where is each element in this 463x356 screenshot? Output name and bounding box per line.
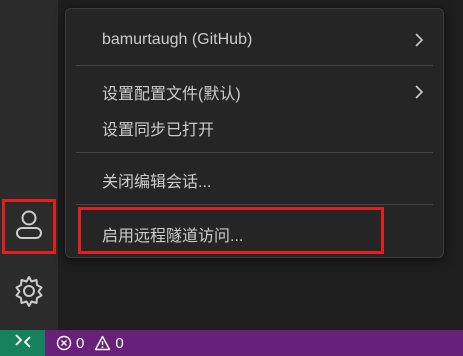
menu-separator	[76, 65, 433, 66]
activity-bar	[0, 0, 58, 330]
menu-item-settings-profile[interactable]: 设置配置文件(默认)	[66, 77, 443, 107]
menu-item-label: 设置同步已打开	[102, 122, 215, 139]
chevron-right-icon	[415, 85, 424, 99]
gear-icon	[12, 274, 46, 313]
errors-count: 0	[76, 334, 85, 352]
menu-item-label: 设置配置文件(默认)	[102, 86, 241, 103]
warnings-count: 0	[115, 334, 124, 352]
chevron-right-icon	[415, 33, 424, 47]
manage-button[interactable]	[0, 264, 58, 322]
menu-separator	[76, 152, 433, 153]
menu-item-label: bamurtaugh (GitHub)	[102, 31, 253, 48]
accounts-button[interactable]	[0, 198, 58, 256]
warning-icon	[94, 335, 111, 351]
menu-separator	[76, 204, 433, 205]
menu-item-settings-sync[interactable]: 设置同步已打开	[66, 113, 443, 143]
remote-icon	[14, 333, 32, 353]
menu-item-close-edit-session[interactable]: 关闭编辑会话...	[66, 165, 443, 195]
menu-item-github-account[interactable]: bamurtaugh (GitHub)	[66, 25, 443, 55]
status-bar: 0 0	[0, 330, 463, 356]
menu-item-label: 关闭编辑会话...	[102, 174, 212, 191]
accounts-highlight-box	[2, 199, 56, 254]
remote-indicator-button[interactable]	[0, 330, 45, 356]
remote-tunnel-highlight-box	[78, 207, 384, 254]
problems-indicator[interactable]: 0 0	[56, 330, 130, 356]
error-icon	[56, 335, 72, 351]
